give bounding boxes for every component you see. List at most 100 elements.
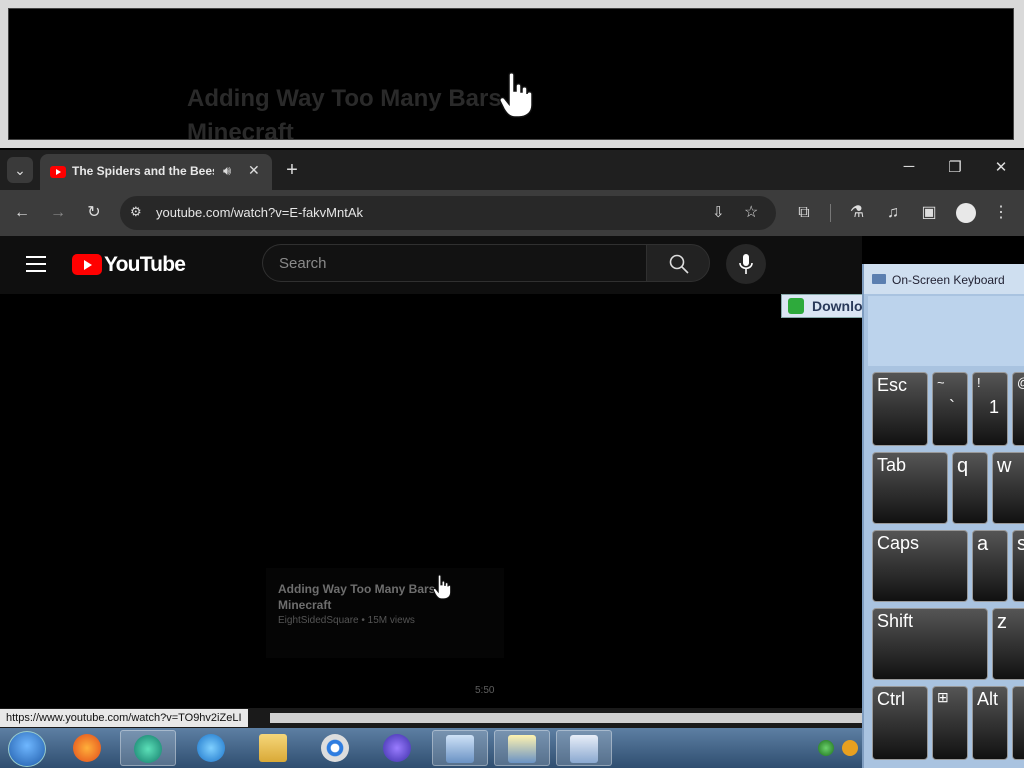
key-z-label: z [997, 611, 1007, 633]
profile-icon[interactable] [956, 203, 976, 223]
video-player[interactable]: Adding Way Too Many Bars in Minecraft Ei… [0, 294, 862, 708]
key-a[interactable]: a [972, 530, 1008, 602]
chevron-down-icon[interactable]: ⌄ [7, 157, 33, 183]
close-tab-icon[interactable]: ✕ [248, 162, 260, 179]
browser-tab[interactable]: The Spiders and the Bees - 🔊︎ ✕ [40, 154, 272, 190]
keyboard-icon [872, 274, 886, 284]
youtube-logo-icon[interactable] [72, 254, 102, 275]
progress-track [270, 713, 862, 723]
key-backtick-label: ` [949, 397, 955, 417]
key-excl-label: ! [977, 375, 981, 390]
voice-search-button[interactable] [726, 244, 766, 284]
tab-title: The Spiders and the Bees - [72, 164, 214, 178]
taskbar-edge[interactable] [120, 730, 176, 766]
key-ctrl[interactable]: Ctrl [872, 686, 928, 760]
taskbar-app-2[interactable] [494, 730, 550, 766]
key-w[interactable]: w [992, 452, 1024, 524]
key-tab-label: Tab [877, 455, 907, 475]
arrow-right-icon[interactable]: → [47, 202, 69, 224]
star-icon[interactable]: ☆ [744, 202, 758, 222]
search-button[interactable] [646, 244, 710, 282]
download-button[interactable]: Downlo [781, 294, 863, 318]
key-q[interactable]: q [952, 452, 988, 524]
chrome-icon [321, 734, 349, 762]
close-window-button[interactable]: ✕ [978, 158, 1024, 182]
hamburger-menu-icon[interactable] [26, 256, 46, 272]
key-tab[interactable]: Tab [872, 452, 948, 524]
address-bar[interactable]: ⚙︎ youtube.com/watch?v=E-fakvMntAk ⇩ ☆ [120, 196, 776, 230]
speaker-icon[interactable]: 🔊︎ [223, 163, 231, 179]
osk-pane [868, 296, 1024, 366]
magnifier-panel: Adding Way Too Many Bars Minecraft [0, 0, 1024, 148]
reload-icon[interactable]: ↻ [83, 202, 105, 224]
key-alt[interactable]: Alt [972, 686, 1008, 760]
tray-network-icon[interactable] [818, 740, 834, 756]
edge-icon [134, 735, 162, 763]
restore-button[interactable]: ❐ [932, 158, 978, 182]
firefox-icon [73, 734, 101, 762]
taskbar-osk[interactable] [556, 730, 612, 766]
status-bar: https://www.youtube.com/watch?v=TO9hv2iZ… [0, 708, 862, 728]
key-esc-label: Esc [877, 375, 908, 395]
browser-toolbar: ← → ↻ ⚙︎ youtube.com/watch?v=E-fakvMntAk… [0, 190, 1024, 236]
arrow-left-icon[interactable]: ← [11, 202, 33, 224]
key-caps[interactable]: Caps [872, 530, 968, 602]
plus-icon[interactable]: + [279, 157, 305, 183]
media-control-icon[interactable]: ♫ [882, 202, 904, 224]
key-space[interactable] [1012, 686, 1024, 760]
key-windows[interactable]: ⊞ [932, 686, 968, 760]
tune-icon[interactable]: ⚙︎ [130, 204, 142, 220]
key-z[interactable]: z [992, 608, 1024, 680]
key-caps-label: Caps [877, 533, 920, 553]
key-2[interactable]: @ [1012, 372, 1024, 446]
key-shift[interactable]: Shift [872, 608, 988, 680]
taskbar-chrome[interactable] [308, 730, 364, 766]
youtube-wordmark[interactable]: YouTube [104, 253, 186, 277]
taskbar-app-1[interactable] [432, 730, 488, 766]
hand-cursor-icon [432, 574, 452, 600]
taskbar-explorer[interactable] [246, 730, 302, 766]
start-button-icon[interactable] [8, 731, 46, 767]
end-screen-card[interactable]: Adding Way Too Many Bars in Minecraft Ei… [266, 568, 504, 658]
key-q-label: q [957, 455, 969, 477]
key-esc[interactable]: Esc [872, 372, 928, 446]
url-text[interactable]: youtube.com/watch?v=E-fakvMntAk [156, 205, 363, 220]
install-app-icon[interactable]: ⇩ [712, 203, 725, 221]
key-tilde-label: ~ [937, 375, 945, 390]
browser-tab-strip: ⌄ The Spiders and the Bees - 🔊︎ ✕ + ─ ❐ … [0, 150, 1024, 190]
toolbar-divider [830, 204, 831, 222]
side-panel-icon[interactable]: ▣ [918, 202, 940, 224]
taskbar-ie[interactable] [184, 730, 240, 766]
key-s-label: s [1017, 533, 1024, 555]
firefox-dev-icon [383, 734, 411, 762]
puzzle-icon[interactable]: ⧉ [793, 202, 815, 224]
youtube-header: YouTube Search [0, 236, 862, 294]
magnified-title-line1: Adding Way Too Many Bars [187, 85, 502, 112]
kebab-icon[interactable]: ⋮ [990, 202, 1012, 224]
taskbar-firefox-dev[interactable] [370, 730, 426, 766]
windows-logo-icon: ⊞ [937, 689, 949, 705]
key-a-label: a [977, 533, 989, 555]
tray-app-icon[interactable] [842, 740, 858, 756]
key-1[interactable]: ! 1 [972, 372, 1008, 446]
search-placeholder: Search [279, 255, 327, 272]
minimize-button[interactable]: ─ [886, 158, 932, 182]
keyboard-icon [570, 735, 598, 763]
magnified-title-line2: Minecraft [187, 119, 294, 140]
microphone-icon [739, 254, 753, 274]
magnifier-app-icon [446, 735, 474, 763]
card-meta: EightSidedSquare • 15M views [278, 615, 415, 626]
search-icon [669, 254, 689, 274]
key-backtick[interactable]: ~ ` [932, 372, 968, 446]
play-arrow-icon [788, 298, 804, 314]
key-w-label: w [997, 455, 1012, 477]
key-at-label: @ [1017, 375, 1024, 390]
flask-icon[interactable]: ⚗ [846, 202, 868, 224]
folder-icon [259, 734, 287, 762]
key-s[interactable]: s [1012, 530, 1024, 602]
osk-titlebar[interactable]: On-Screen Keyboard [864, 264, 1024, 294]
status-url: https://www.youtube.com/watch?v=TO9hv2iZ… [0, 709, 248, 727]
taskbar-firefox[interactable] [60, 730, 116, 766]
search-input[interactable]: Search [262, 244, 646, 282]
card-duration: 5:50 [475, 685, 495, 696]
